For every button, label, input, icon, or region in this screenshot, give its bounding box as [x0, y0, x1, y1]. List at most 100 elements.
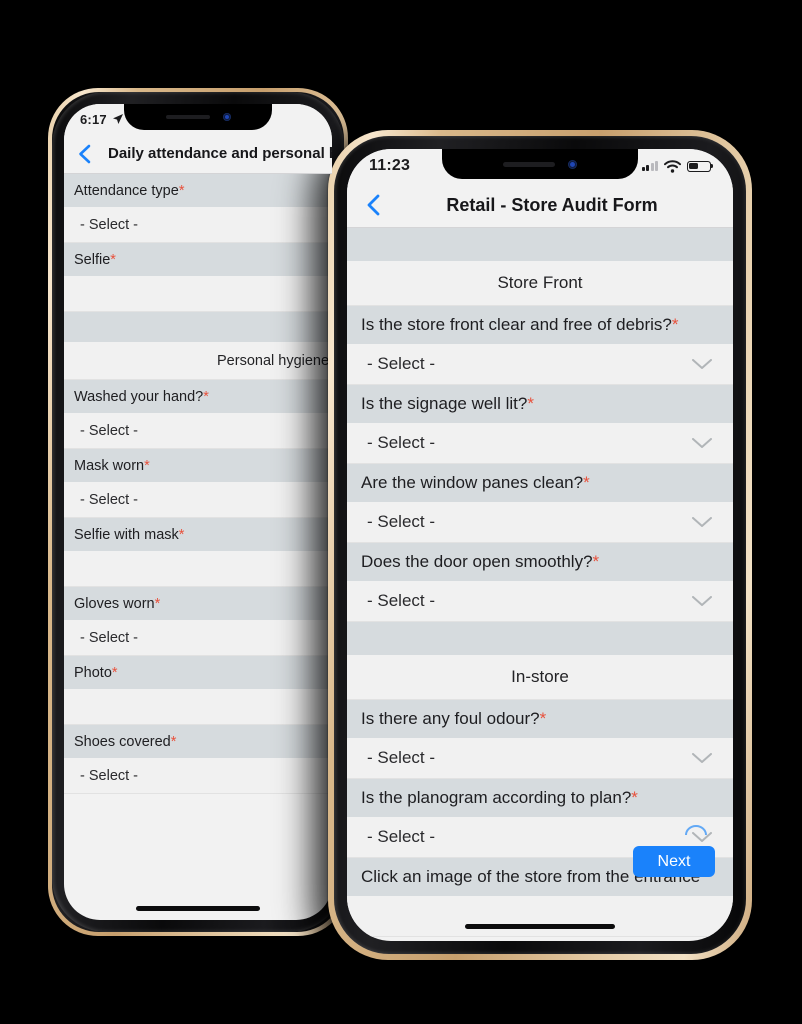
status-time-label: 11:23: [369, 157, 411, 174]
required-asterisk: *: [110, 251, 116, 268]
status-icons-front: [641, 159, 711, 173]
select-dropdown[interactable]: - Select -: [64, 413, 332, 449]
select-dropdown[interactable]: - Select -: [347, 502, 733, 543]
back-button-front[interactable]: [361, 191, 385, 219]
chevron-left-icon: [79, 144, 91, 163]
required-asterisk: *: [111, 664, 118, 681]
select-value: - Select -: [367, 591, 436, 610]
required-asterisk: *: [583, 473, 590, 492]
cellular-signal-icon: [641, 161, 658, 171]
form-question-label: Gloves worn *: [64, 587, 332, 620]
front-camera-icon: [568, 159, 577, 169]
location-arrow-icon: [112, 114, 123, 124]
section-header-label: In-store: [511, 667, 569, 686]
page-title-back: Daily attendance and personal hygiene: [108, 145, 332, 162]
home-indicator-back: [136, 906, 260, 911]
required-asterisk: *: [592, 552, 600, 571]
media-upload-slot[interactable]: [64, 689, 332, 725]
question-text: Photo: [74, 664, 112, 681]
required-asterisk: *: [178, 182, 185, 199]
device-notch-front: [442, 149, 638, 179]
device-screen-front: 11:23 Retail - Store Audit Form Store Fr…: [347, 149, 733, 941]
question-text: Is the signage well lit?: [361, 394, 528, 413]
screenshot-canvas: 6:17 Daily attendance and personal Atten…: [0, 0, 802, 1024]
select-dropdown[interactable]: - Select -: [64, 620, 332, 656]
select-value: - Select -: [80, 491, 139, 508]
earpiece-speaker-icon: [503, 161, 555, 167]
select-value: - Select -: [80, 629, 139, 646]
camera-icon-partial[interactable]: [683, 825, 709, 835]
select-value: - Select -: [80, 767, 139, 784]
status-time-back: 6:17: [80, 112, 124, 127]
select-dropdown[interactable]: - Select -: [347, 423, 733, 464]
select-dropdown[interactable]: - Select -: [64, 207, 332, 243]
question-text: Does the door open smoothly?: [361, 552, 593, 571]
camera-icon: [685, 825, 707, 835]
form-question-label: Is the planogram according to plan? *: [347, 779, 733, 817]
chevron-left-icon: [367, 194, 380, 216]
question-text: Is there any foul odour?: [361, 709, 540, 728]
question-text: Selfie with mask: [74, 526, 179, 543]
device-bezel-back: 6:17 Daily attendance and personal Atten…: [52, 92, 344, 932]
section-header-label: Personal hygiene check: [217, 352, 332, 369]
media-upload-slot[interactable]: [347, 896, 733, 937]
next-button[interactable]: Next: [633, 846, 715, 877]
page-title-front: Retail - Store Audit Form: [446, 194, 658, 215]
battery-icon: [687, 160, 711, 172]
required-asterisk: *: [178, 526, 185, 543]
select-value: - Select -: [367, 827, 436, 846]
required-asterisk: *: [154, 595, 161, 612]
question-text: Is the planogram according to plan?: [361, 788, 632, 807]
select-dropdown[interactable]: - Select -: [64, 482, 332, 518]
wifi-icon: [664, 159, 681, 173]
form-list-back[interactable]: Attendance type * - Select - Selfie * Persona…: [64, 174, 332, 920]
question-text: Is the store front clear and free of deb…: [361, 315, 672, 334]
status-time-front: 11:23: [369, 157, 410, 175]
required-asterisk: *: [539, 709, 547, 728]
section-spacer: [64, 312, 332, 342]
form-question-label: Is the signage well lit? *: [347, 385, 733, 423]
select-dropdown[interactable]: - Select -: [347, 738, 733, 779]
device-bezel-front: 11:23 Retail - Store Audit Form Store Fr…: [334, 136, 746, 954]
form-question-label: Is the store front clear and free of deb…: [347, 306, 733, 344]
media-upload-slot[interactable]: [64, 276, 332, 312]
select-dropdown[interactable]: - Select -: [347, 581, 733, 622]
required-asterisk: *: [527, 394, 534, 413]
form-question-label: Selfie with mask *: [64, 518, 332, 551]
form-question-label: Photo *: [64, 656, 332, 689]
form-question-label: Does the door open smoothly? *: [347, 543, 733, 581]
form-question-label: Mask worn *: [64, 449, 332, 482]
select-value: - Select -: [367, 512, 436, 531]
section-header: Store Front: [347, 261, 733, 306]
form-question-label: Is there any foul odour? *: [347, 700, 733, 738]
home-indicator-front: [465, 924, 615, 929]
device-screen-back: 6:17 Daily attendance and personal Atten…: [64, 104, 332, 920]
required-asterisk: *: [671, 315, 679, 334]
select-value: - Select -: [80, 216, 139, 233]
status-time-label: 6:17: [80, 111, 107, 127]
back-button-back[interactable]: [74, 142, 94, 166]
question-text: Gloves worn: [74, 595, 155, 612]
required-asterisk: *: [144, 457, 150, 474]
question-text: Washed your hand?: [74, 388, 204, 405]
select-value: - Select -: [80, 422, 139, 439]
select-dropdown[interactable]: - Select -: [64, 758, 332, 794]
earpiece-speaker-icon: [165, 115, 210, 119]
required-asterisk: *: [631, 788, 638, 807]
media-upload-slot[interactable]: [64, 551, 332, 587]
form-list-front[interactable]: Store Front Is the store front clear and …: [347, 228, 733, 941]
select-dropdown[interactable]: - Select -: [347, 344, 733, 385]
question-text: Attendance type: [74, 182, 179, 199]
front-camera-icon: [222, 113, 231, 121]
chevron-down-icon: [692, 359, 712, 369]
required-asterisk: *: [203, 388, 209, 405]
form-question-label: Selfie *: [64, 243, 332, 276]
device-notch-back: [124, 104, 272, 130]
form-question-label: Attendance type *: [64, 174, 332, 207]
phone-device-back: 6:17 Daily attendance and personal Atten…: [48, 88, 348, 936]
required-asterisk: *: [170, 733, 177, 750]
question-text: Selfie: [74, 251, 111, 268]
section-header: In-store: [347, 655, 733, 700]
section-spacer: [347, 622, 733, 655]
chevron-down-icon: [692, 517, 712, 527]
